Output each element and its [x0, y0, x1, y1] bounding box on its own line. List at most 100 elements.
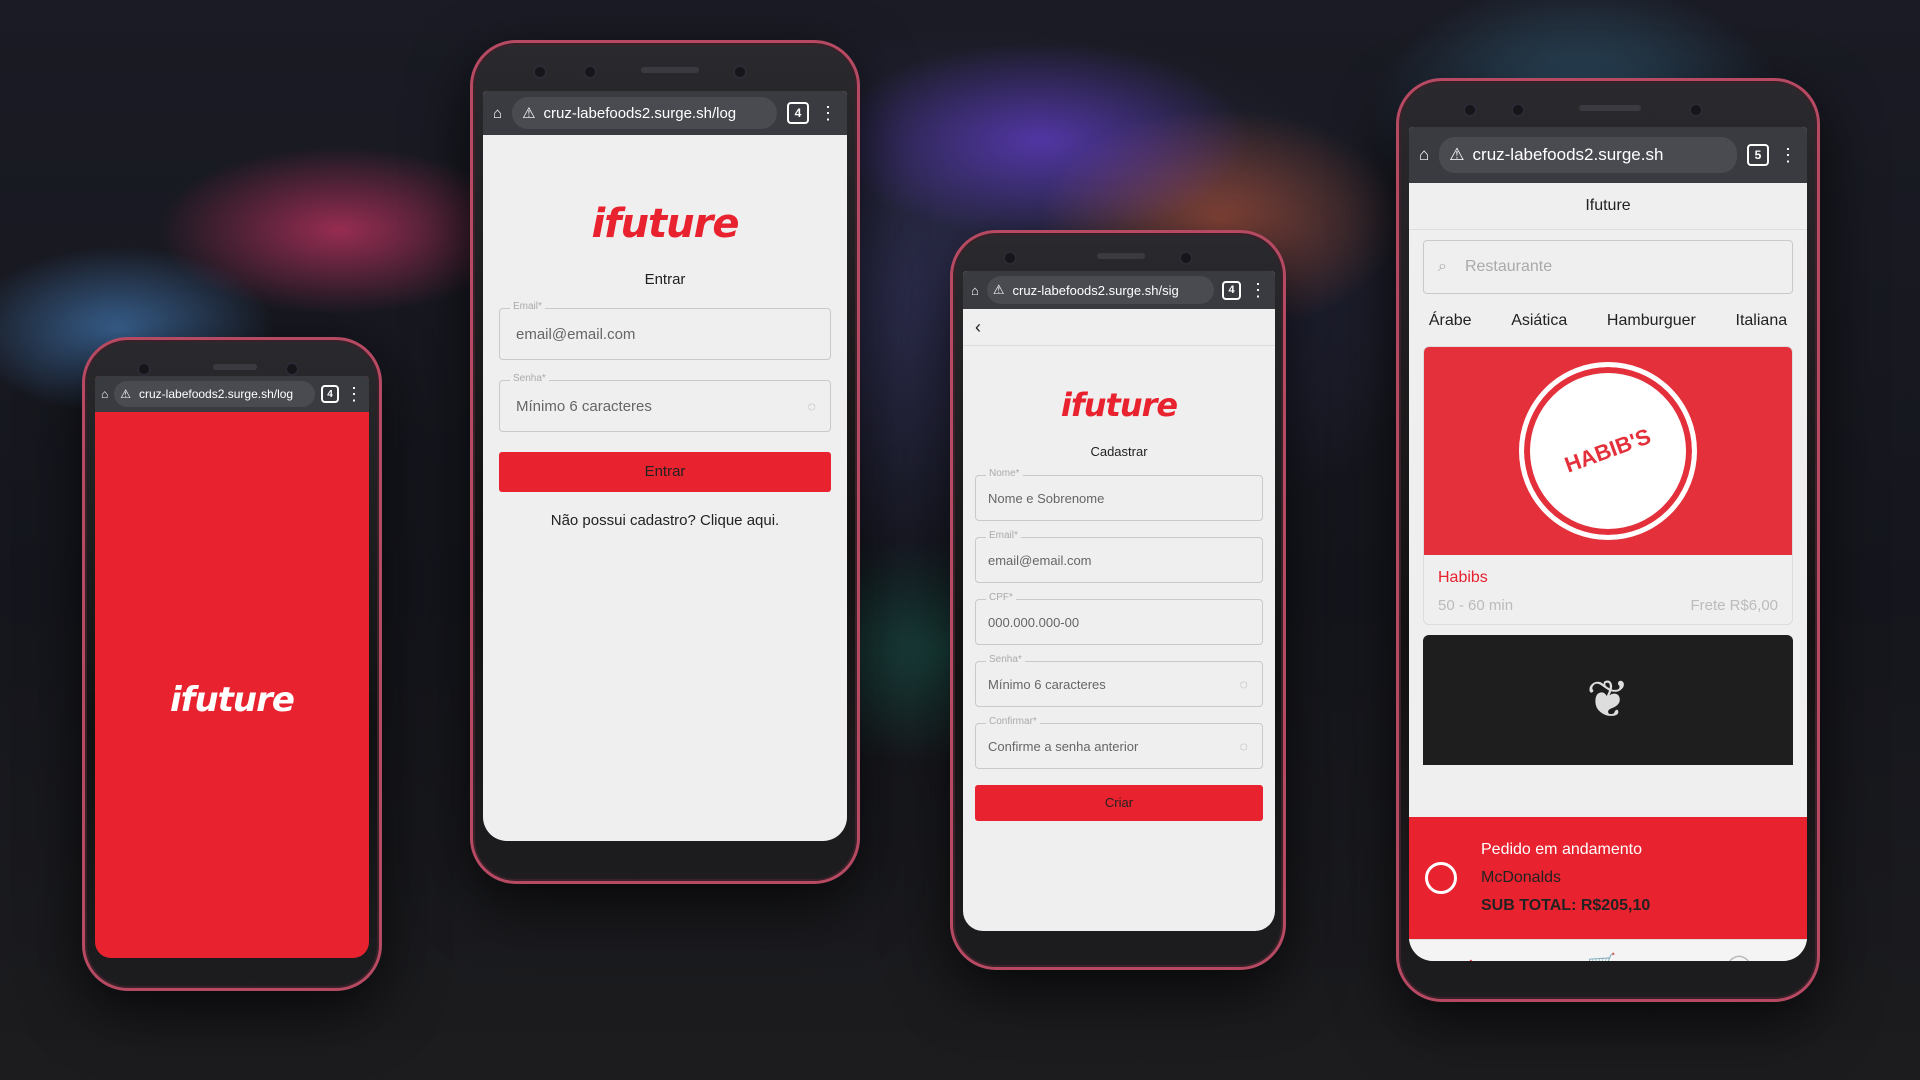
sensor [1179, 251, 1193, 265]
email-placeholder: email@email.com [988, 552, 1092, 568]
home-icon[interactable]: ⌂ [1419, 145, 1429, 165]
url-field[interactable]: ⚠ cruz-labefoods2.surge.sh/log [114, 381, 315, 407]
search-input[interactable]: ⌕ Restaurante [1423, 240, 1793, 294]
home-icon[interactable]: ⌂ [971, 283, 979, 298]
shipping-fee: Frete R$6,00 [1690, 597, 1778, 614]
signup-logo: ifuture [1060, 386, 1178, 424]
email-field[interactable]: Email* email@email.com [975, 530, 1263, 583]
tab-count-button[interactable]: 4 [321, 385, 339, 403]
home-icon[interactable]: ⌂ [493, 105, 502, 122]
category-tabs: Árabe Asiática Hamburguer Italiana [1409, 312, 1807, 330]
signup-link[interactable]: Não possui cadastro? Clique aqui. [483, 512, 847, 529]
menu-dots-icon[interactable]: ⋮ [1779, 146, 1797, 164]
cpf-field[interactable]: CPF* 000.000.000-00 [975, 592, 1263, 645]
eye-off-icon[interactable]: ◌ [1240, 676, 1248, 692]
browser-bar: ⌂ ⚠ cruz-labefoods2.surge.sh/log 4 ⋮ [483, 91, 847, 135]
name-label: Nome* [986, 468, 1023, 479]
tab-count-button[interactable]: 5 [1747, 144, 1769, 166]
speaker [213, 364, 257, 370]
url-field[interactable]: ⚠ cruz-labefoods2.surge.sh/log [512, 97, 777, 129]
login-title: Entrar [644, 271, 686, 288]
phone-signup: ⌂ ⚠ cruz-labefoods2.surge.sh/sig 4 ⋮ ‹ i… [950, 230, 1286, 970]
phone-home: ⌂ ⚠ cruz-labefoods2.surge.sh 5 ⋮ Ifuture… [1396, 78, 1820, 1002]
tab-count-button[interactable]: 4 [787, 102, 809, 124]
password-placeholder: Mínimo 6 caracteres [988, 676, 1106, 692]
password-field[interactable]: Senha* Mínimo 6 caracteres ◌ [975, 654, 1263, 707]
menu-dots-icon[interactable]: ⋮ [1249, 281, 1267, 299]
password-label: Senha* [510, 373, 549, 384]
sensor [1689, 103, 1703, 117]
habibs-logo-text: HABIB'S [1561, 423, 1655, 478]
password-placeholder: Mínimo 6 caracteres [516, 397, 652, 415]
category-tab[interactable]: Hamburguer [1607, 312, 1696, 330]
warning-icon: ⚠ [522, 105, 536, 122]
back-arrow-icon[interactable]: ‹ [963, 309, 1275, 346]
phone-splash: ⌂ ⚠ cruz-labefoods2.surge.sh/log 4 ⋮ ifu… [82, 337, 382, 991]
home-nav-icon[interactable]: ⌂ [1463, 952, 1478, 961]
url-text: cruz-labefoods2.surge.sh/log [139, 387, 294, 401]
cpf-placeholder: 000.000.000-00 [988, 614, 1080, 630]
cart-nav-icon[interactable]: 🛒 [1587, 952, 1617, 962]
password-field[interactable]: Senha* Mínimo 6 caracteres ◌ [499, 373, 831, 432]
splash-logo: ifuture [170, 680, 295, 720]
warning-icon: ⚠ [992, 282, 1005, 297]
login-button[interactable]: Entrar [499, 452, 831, 492]
confirm-password-field[interactable]: Confirmar* Confirme a senha anterior ◌ [975, 716, 1263, 769]
email-field[interactable]: Email* email@email.com [499, 301, 831, 360]
restaurant-card[interactable]: HABIB'S Habibs 50 - 60 min Frete R$6,00 [1423, 346, 1793, 625]
url-field[interactable]: ⚠ cruz-labefoods2.surge.sh/sig [986, 276, 1214, 304]
url-field[interactable]: ⚠ cruz-labefoods2.surge.sh [1439, 137, 1737, 173]
restaurant-image: HABIB'S [1424, 347, 1792, 555]
order-banner[interactable]: Pedido em andamento McDonalds SUB TOTAL:… [1409, 817, 1807, 939]
eye-off-icon[interactable]: ◌ [1240, 738, 1248, 754]
page-title: Ifuture [1409, 183, 1807, 230]
menu-dots-icon[interactable]: ⋮ [345, 385, 363, 403]
create-button[interactable]: Criar [975, 785, 1263, 821]
search-icon: ⌕ [1438, 258, 1447, 275]
confirm-label: Confirmar* [986, 716, 1040, 727]
sensor [285, 362, 299, 376]
bottom-nav: ⌂ 🛒 ◯ [1409, 939, 1807, 961]
screen-login: ⌂ ⚠ cruz-labefoods2.surge.sh/log 4 ⋮ ifu… [483, 91, 847, 841]
warning-icon: ⚠ [120, 387, 132, 401]
home-icon[interactable]: ⌂ [101, 387, 108, 401]
tree-icon: ❦ [1586, 671, 1630, 729]
camera [1003, 251, 1017, 265]
menu-dots-icon[interactable]: ⋮ [819, 104, 837, 122]
browser-bar: ⌂ ⚠ cruz-labefoods2.surge.sh/log 4 ⋮ [95, 376, 369, 412]
category-tab[interactable]: Italiana [1736, 312, 1788, 330]
screen-splash: ⌂ ⚠ cruz-labefoods2.surge.sh/log 4 ⋮ ifu… [95, 376, 369, 958]
delivery-time: 50 - 60 min [1438, 597, 1514, 614]
camera [137, 362, 151, 376]
browser-bar: ⌂ ⚠ cruz-labefoods2.surge.sh 5 ⋮ [1409, 127, 1807, 183]
url-text: cruz-labefoods2.surge.sh/sig [1012, 282, 1179, 298]
camera [583, 65, 597, 79]
order-subtotal: SUB TOTAL: R$205,10 [1481, 897, 1651, 914]
email-label: Email* [986, 530, 1021, 541]
name-field[interactable]: Nome* Nome e Sobrenome [975, 468, 1263, 521]
restaurant-meta: 50 - 60 min Frete R$6,00 [1424, 587, 1792, 624]
cpf-label: CPF* [986, 592, 1016, 603]
profile-nav-icon[interactable]: ◯ [1726, 952, 1753, 962]
confirm-placeholder: Confirme a senha anterior [988, 738, 1139, 754]
tab-count-button[interactable]: 4 [1222, 280, 1241, 300]
url-text: cruz-labefoods2.surge.sh/log [543, 104, 737, 122]
search-placeholder: Restaurante [1464, 258, 1553, 275]
signup-title: Cadastrar [1090, 444, 1148, 459]
speaker [641, 67, 699, 73]
camera [1463, 103, 1477, 117]
eye-off-icon[interactable]: ◌ [808, 398, 816, 414]
speaker [1579, 105, 1641, 111]
clock-icon [1425, 862, 1457, 894]
phone-login: ⌂ ⚠ cruz-labefoods2.surge.sh/log 4 ⋮ ifu… [470, 40, 860, 884]
category-tab[interactable]: Árabe [1429, 312, 1472, 330]
url-text: cruz-labefoods2.surge.sh [1472, 145, 1664, 164]
restaurant-card[interactable]: ❦ [1423, 635, 1793, 765]
login-logo: ifuture [591, 201, 739, 247]
screen-home: ⌂ ⚠ cruz-labefoods2.surge.sh 5 ⋮ Ifuture… [1409, 127, 1807, 961]
category-tab[interactable]: Asiática [1511, 312, 1567, 330]
name-placeholder: Nome e Sobrenome [988, 490, 1105, 506]
restaurant-name: Habibs [1438, 569, 1488, 586]
sensor [733, 65, 747, 79]
password-label: Senha* [986, 654, 1025, 665]
